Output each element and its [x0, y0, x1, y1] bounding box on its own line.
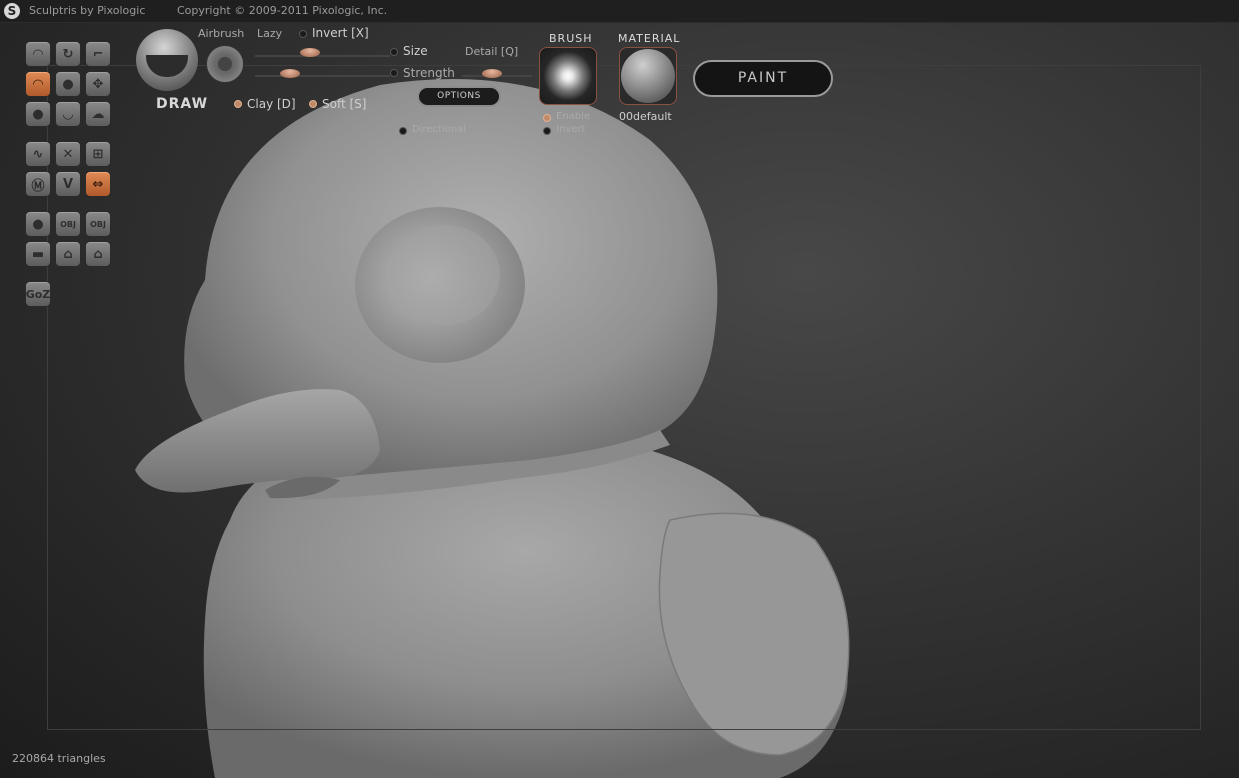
detail-slider-knob[interactable]	[482, 69, 502, 78]
tool-symmetry-icon[interactable]: ⇔	[85, 171, 111, 197]
tool-smooth-icon[interactable]: ∿	[25, 141, 51, 167]
tool-reduce-icon[interactable]: ✕	[55, 141, 81, 167]
options-button[interactable]: OPTIONS	[417, 86, 501, 107]
paint-button[interactable]: PAINT	[693, 60, 833, 97]
directional-radio[interactable]	[399, 127, 407, 135]
clay-radio[interactable]	[234, 100, 242, 108]
brush-header: BRUSH	[549, 32, 593, 45]
tool-save-icon[interactable]: ⌂	[85, 241, 111, 267]
goz-button[interactable]: GoZ	[25, 281, 51, 307]
material-header: MATERIAL	[618, 32, 681, 45]
strength-label: Strength	[403, 66, 455, 80]
material-name: 00default	[619, 110, 672, 123]
brush-enable-label: Enable	[556, 111, 591, 122]
strength-radio[interactable]	[390, 69, 398, 77]
tool-rotate-icon[interactable]: ↻	[55, 41, 81, 67]
size-label: Size	[403, 44, 428, 58]
tool-plane-icon[interactable]: ▬	[25, 241, 51, 267]
brush-invert-label: Invert	[556, 124, 586, 135]
lazy-label: Lazy	[257, 27, 283, 40]
invert-label: Invert [X]	[312, 26, 369, 40]
tool-sphere-icon[interactable]: ●	[25, 211, 51, 237]
material-sphere-icon	[621, 49, 675, 103]
soft-label: Soft [S]	[322, 97, 367, 111]
size-slider-knob[interactable]	[300, 48, 320, 57]
export-obj-label: OBJ	[90, 219, 106, 229]
tool-mask-icon[interactable]: Ⓜ	[25, 171, 51, 197]
tool-crease-icon[interactable]: ◡	[55, 101, 81, 127]
viewport-frame	[47, 65, 1201, 730]
brush-enable-radio[interactable]	[543, 114, 551, 122]
clay-label: Clay [D]	[247, 97, 296, 111]
strength-slider-track[interactable]	[255, 75, 390, 77]
import-obj-label: OBJ	[60, 219, 76, 229]
tool-inflate-icon[interactable]: ☁	[85, 101, 111, 127]
size-radio[interactable]	[390, 48, 398, 56]
brush-invert-radio[interactable]	[543, 127, 551, 135]
size-slider-track[interactable]	[255, 55, 390, 57]
tool-grab-icon[interactable]: ✥	[85, 71, 111, 97]
detail-label: Detail [Q]	[465, 45, 519, 58]
brush-name: DRAW	[156, 96, 209, 112]
tool-flatten-icon[interactable]: ●	[55, 71, 81, 97]
brush-alpha-swatch[interactable]	[539, 47, 597, 105]
tool-draw-active-icon[interactable]: ◠	[25, 71, 51, 97]
tool-export-obj-icon[interactable]: OBJ	[85, 211, 111, 237]
tool-import-obj-icon[interactable]: OBJ	[55, 211, 81, 237]
tool-open-icon[interactable]: ⌂	[55, 241, 81, 267]
airbrush-toggle-icon[interactable]	[206, 45, 244, 83]
tool-draw-icon[interactable]: ◠	[25, 41, 51, 67]
directional-label: Directional	[412, 124, 467, 135]
tool-pinch-icon[interactable]: ●	[25, 101, 51, 127]
tool-wireframe-icon[interactable]: ⊞	[85, 141, 111, 167]
triangle-count: 220864 triangles	[12, 752, 106, 765]
tool-scale-icon[interactable]: ⌐	[85, 41, 111, 67]
soft-radio[interactable]	[309, 100, 317, 108]
airbrush-label: Airbrush	[198, 27, 245, 40]
invert-radio[interactable]	[299, 30, 307, 38]
draw-brush-icon[interactable]	[136, 29, 198, 91]
strength-slider-knob[interactable]	[280, 69, 300, 78]
material-swatch[interactable]	[619, 47, 677, 105]
tool-zigzag-icon[interactable]: ᐯ	[55, 171, 81, 197]
